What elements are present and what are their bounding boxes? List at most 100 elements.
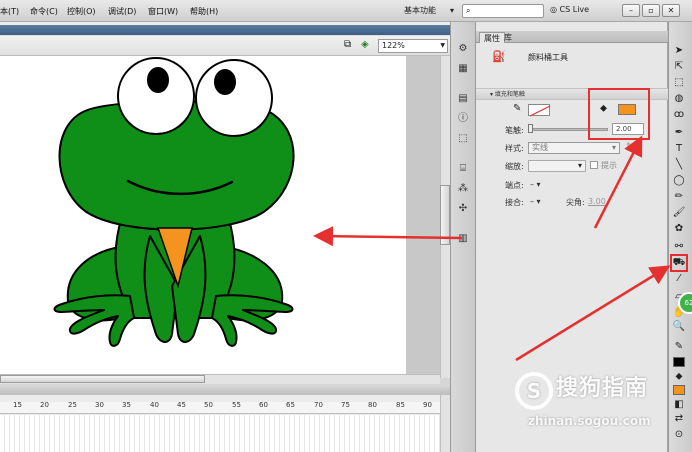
timeline-tick: 20 (40, 401, 49, 409)
document-tab[interactable] (0, 25, 450, 35)
timeline-tick: 15 (13, 401, 22, 409)
fill-color-bucket-icon: ⬥ (675, 371, 683, 382)
timeline-tick: 75 (341, 401, 350, 409)
zoom-value: 122% (382, 41, 405, 50)
stage-horizontal-scroll-thumb[interactable] (0, 375, 205, 383)
deco-tool-icon[interactable]: ✿ (672, 222, 686, 236)
chevron-down-icon: ▼ (440, 42, 445, 49)
bone-tool-icon[interactable]: ⚯ (672, 240, 686, 254)
menu-item-window[interactable]: 窗口(W) (148, 6, 178, 17)
timeline-tick: 30 (95, 401, 104, 409)
line-tool-icon[interactable]: ╲ (672, 158, 686, 172)
timeline-tick: 90 (423, 401, 432, 409)
menu-item-control[interactable]: 控制(O) (67, 6, 96, 17)
menu-item-text[interactable]: 本(T) (0, 6, 19, 17)
timeline-tick: 80 (368, 401, 377, 409)
rectangle-tool-icon[interactable]: ◯ (672, 174, 686, 188)
join-select[interactable]: – ▾ (530, 197, 541, 206)
frog-left-pupil (147, 67, 169, 93)
style-select[interactable]: 实线 ▾ (528, 142, 620, 154)
search-icon: ⌕ (466, 6, 471, 15)
black-white-icon[interactable]: ◧ (672, 398, 686, 412)
free-transform-tool-icon[interactable]: ⬚ (672, 76, 686, 90)
restore-button[interactable]: ▫ (642, 4, 660, 17)
close-button[interactable]: ✕ (662, 4, 680, 17)
timeline-header (0, 386, 450, 395)
stroke-slider-handle[interactable] (528, 124, 533, 133)
eyedropper-tool-icon[interactable]: ⁄ (672, 272, 686, 286)
paint-bucket-highlight (670, 254, 688, 272)
timeline-tick: 40 (150, 401, 159, 409)
cs-live-button[interactable]: ◎ CS Live (550, 5, 589, 14)
chevron-down-icon: ▾ (577, 161, 582, 170)
subselection-tool-icon[interactable]: ⇱ (672, 60, 686, 74)
transform-panel-icon[interactable]: ⬚ (456, 132, 470, 146)
motion-presets-icon[interactable]: ✣ (456, 202, 470, 216)
edit-scene-icon[interactable]: ◈ (361, 39, 369, 50)
section-title-text: 填充和笔触 (494, 91, 525, 98)
cap-value: – (530, 180, 534, 189)
timeline-tick: 45 (177, 401, 186, 409)
cs-live-icon: ◎ (550, 5, 557, 14)
join-label: 接合: (505, 198, 524, 207)
timeline-tick: 85 (396, 401, 405, 409)
align-panel-icon[interactable]: ▤ (456, 92, 470, 106)
selection-tool-icon[interactable]: ➤ (672, 44, 686, 58)
annotation-highlight-box (588, 88, 650, 140)
paint-bucket-icon: ⛽ (492, 50, 506, 63)
text-tool-icon[interactable]: T (672, 142, 686, 156)
cap-label: 端点: (505, 181, 524, 190)
stage-vertical-scroll-thumb[interactable] (440, 185, 450, 245)
scale-select[interactable]: ▾ (528, 160, 586, 172)
zoom-tool-icon[interactable]: 🔍 (672, 320, 686, 334)
fill-color-chip[interactable] (673, 385, 685, 395)
timeline-frames[interactable] (0, 415, 440, 452)
fill-stroke-section-title: ▾ 填充和笔触 (490, 91, 525, 98)
tab-library[interactable]: 库 (500, 32, 516, 43)
no-color-icon (529, 105, 551, 117)
timeline-tick: 50 (204, 401, 213, 409)
pen-tool-icon[interactable]: ✒ (672, 126, 686, 140)
stroke-color-pencil-icon: ✎ (674, 341, 684, 352)
swatches-panel-icon[interactable]: ▦ (456, 62, 470, 76)
hint-checkbox[interactable] (590, 161, 598, 169)
edit-symbols-icon[interactable]: ⧉ (344, 39, 351, 50)
history-panel-icon[interactable]: ▥ (456, 232, 470, 246)
cap-select[interactable]: – ▾ (530, 180, 541, 189)
info-panel-icon[interactable]: ⓘ (456, 112, 470, 126)
snap-to-objects-icon[interactable]: ⊙ (672, 428, 686, 442)
brush-tool-icon[interactable]: 🖌 (672, 206, 686, 220)
workspace-label: 基本功能 (404, 6, 436, 15)
lasso-tool-icon[interactable]: ꝏ (672, 108, 686, 122)
miter-value[interactable]: 3.00 (588, 197, 606, 206)
menu-item-help[interactable]: 帮助(H) (190, 6, 218, 17)
search-input[interactable]: ⌕ (462, 4, 544, 18)
stage-canvas[interactable] (0, 56, 406, 374)
timeline-scrollbar[interactable] (440, 395, 450, 452)
menu-item-debug[interactable]: 调试(D) (108, 6, 136, 17)
components-panel-icon[interactable]: ⁂ (456, 182, 470, 196)
color-panel-icon[interactable]: ⚙ (456, 42, 470, 56)
scale-label: 缩放: (505, 162, 524, 171)
timeline-tick: 60 (259, 401, 268, 409)
chevron-down-icon: ▾ (449, 6, 454, 15)
swap-colors-icon[interactable]: ⇄ (672, 412, 686, 426)
menu-item-commands[interactable]: 命令(C) (30, 6, 58, 17)
style-label: 样式: (505, 144, 524, 153)
edit-stroke-style-icon[interactable]: ✎ (626, 142, 634, 152)
sogou-logo-icon: S (515, 372, 553, 410)
miter-label: 尖角: (566, 198, 585, 207)
pencil-tool-icon[interactable]: ✏ (672, 190, 686, 204)
3d-rotation-tool-icon[interactable]: ◍ (672, 92, 686, 106)
timeline-tick: 65 (286, 401, 295, 409)
zoom-select[interactable]: 122% ▼ (378, 39, 448, 53)
workspace-switcher[interactable]: 基本功能 ▾ (398, 3, 458, 19)
frog-right-foot (211, 294, 294, 347)
style-value: 实线 (532, 143, 548, 152)
stroke-color-swatch[interactable] (528, 104, 551, 117)
stroke-color-chip[interactable] (673, 357, 685, 367)
timeline-tick: 70 (314, 401, 323, 409)
minimize-button[interactable]: – (622, 4, 640, 17)
code-snippets-icon[interactable]: ⌸ (456, 162, 470, 176)
hint-label: 提示 (601, 161, 617, 170)
